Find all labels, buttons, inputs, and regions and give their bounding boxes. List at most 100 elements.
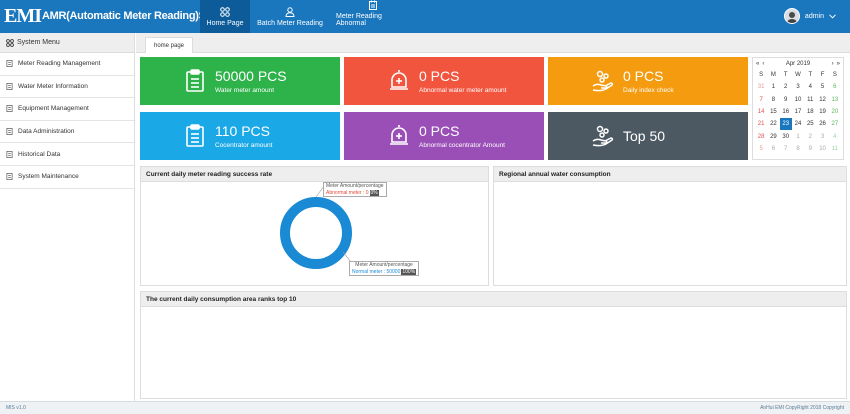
calendar-day[interactable]: 2 — [804, 130, 816, 142]
calendar-day[interactable]: 8 — [792, 143, 804, 155]
calendar-weekday: S — [832, 72, 837, 79]
calendar-day[interactable]: 13 — [829, 94, 841, 106]
nav-home-page[interactable]: Home Page — [200, 0, 250, 33]
grid-icon — [6, 38, 14, 47]
sidebar-item-water-meter-information[interactable]: Water Meter Information — [0, 76, 134, 99]
donut-slice-normal-meter[interactable] — [280, 197, 352, 269]
calendar-day[interactable]: 20 — [829, 106, 841, 118]
calendar-month-label[interactable]: Apr 2019 — [786, 61, 810, 67]
calendar-weekday: W — [795, 72, 801, 79]
calendar-day[interactable]: 8 — [767, 94, 779, 106]
calendar-day[interactable]: 24 — [792, 118, 804, 130]
calendar-day[interactable]: 4 — [804, 81, 816, 93]
user-menu[interactable]: admin — [783, 8, 836, 24]
calendar-day[interactable]: 5 — [816, 81, 828, 93]
calendar-day[interactable]: 16 — [780, 106, 792, 118]
calendar-day[interactable]: 23 — [779, 118, 792, 131]
card-abnormal-cocentrator-amount[interactable]: 0 PCS Abnormal cocentrator Amount — [344, 112, 544, 160]
calendar-day[interactable]: 18 — [804, 106, 816, 118]
calendar-day[interactable]: 15 — [767, 106, 779, 118]
tab-home-page[interactable]: home page — [145, 37, 194, 53]
clipboard-icon — [369, 0, 377, 10]
calendar-day[interactable]: 3 — [816, 130, 828, 142]
calendar-day[interactable]: 11 — [829, 143, 841, 155]
calendar-next-year-button[interactable]: » — [837, 61, 840, 67]
calendar-day[interactable]: 21 — [755, 118, 767, 130]
donut-chart — [280, 185, 357, 269]
calendar-day[interactable]: 25 — [804, 118, 816, 130]
calendar-weekday: F — [820, 72, 825, 79]
calendar-day[interactable]: 17 — [792, 106, 804, 118]
sidebar-item-data-administration[interactable]: Data Administration — [0, 121, 134, 144]
calendar-day[interactable]: 10 — [816, 143, 828, 155]
panel-title: The current daily consumption area ranks… — [141, 292, 846, 307]
tooltip-badge: 100% — [401, 268, 417, 275]
calendar-day[interactable]: 30 — [780, 130, 792, 142]
card-label: Abnormal cocentrator Amount — [419, 142, 505, 149]
calendar-day[interactable]: 27 — [829, 118, 841, 130]
card-value: Top 50 — [623, 128, 666, 144]
calendar-day[interactable]: 14 — [755, 106, 767, 118]
calendar-day[interactable]: 9 — [780, 94, 792, 106]
hand-coins-icon — [592, 70, 614, 92]
tooltip-badge: 0% — [369, 189, 379, 196]
calendar-weekday: T — [783, 72, 788, 79]
calendar-day[interactable]: 7 — [755, 94, 767, 106]
calendar-day[interactable]: 11 — [804, 94, 816, 106]
top-header-bar: EMI AMR(Automatic Meter Reading)System H… — [0, 0, 850, 33]
calendar-prev-year-button[interactable]: « — [756, 61, 759, 67]
calendar-day[interactable]: 3 — [792, 81, 804, 93]
calendar-day[interactable]: 26 — [816, 118, 828, 130]
card-daily-index-check[interactable]: 0 PCS Daily index check — [548, 57, 748, 105]
calendar-day[interactable]: 5 — [755, 143, 767, 155]
panel-regional-consumption: Regional annual water consumption — [493, 166, 847, 286]
card-value: 110 PCS — [215, 123, 270, 139]
card-label: Abnormal water meter amount — [419, 87, 507, 94]
calendar-day[interactable]: 6 — [767, 143, 779, 155]
calendar-next-month-button[interactable]: › — [832, 61, 834, 67]
calendar-day[interactable]: 7 — [780, 143, 792, 155]
document-icon — [6, 150, 13, 158]
calendar-day[interactable]: 19 — [816, 106, 828, 118]
calendar-day[interactable]: 6 — [829, 81, 841, 93]
card-label: Cocentrator amount — [215, 142, 273, 149]
calendar-day[interactable]: 4 — [829, 130, 841, 142]
card-top-50[interactable]: Top 50 — [548, 112, 748, 160]
document-icon — [6, 128, 13, 135]
card-cocentrator-amount[interactable]: 110 PCS Cocentrator amount — [140, 112, 340, 160]
footer-version: MIS v1.0 — [6, 405, 26, 411]
sidebar-item-equipment-management[interactable]: Equipment Management — [0, 98, 134, 121]
calendar-day[interactable]: 22 — [767, 118, 779, 130]
sidebar: System Menu Meter Reading Management Wat… — [0, 33, 135, 401]
calendar-weekday: M — [770, 72, 776, 79]
calendar-day[interactable]: 31 — [755, 81, 767, 93]
calendar-day[interactable]: 1 — [792, 130, 804, 142]
footer-bar: MIS v1.0 AnHui EMI CopyRight 2018 Copyri… — [0, 401, 850, 414]
sidebar-item-label: Historical Data — [18, 150, 61, 158]
calendar-weekday: T — [808, 72, 813, 79]
calendar-day[interactable]: 29 — [767, 130, 779, 142]
calendar-day[interactable]: 9 — [804, 143, 816, 155]
nav-meter-reading-abnormal[interactable]: Meter Reading Abnormal — [330, 0, 416, 33]
top-nav: Home Page Batch Meter Reading Meter Read… — [200, 0, 416, 33]
nav-label: Batch Meter Reading — [257, 20, 323, 27]
card-label: Water meter amount — [215, 87, 275, 94]
avatar — [783, 8, 800, 24]
calendar-day[interactable]: 10 — [792, 94, 804, 106]
calendar-day[interactable]: 2 — [780, 81, 792, 93]
sidebar-item-system-maintenance[interactable]: System Maintenance — [0, 166, 134, 189]
grid-icon — [220, 7, 230, 17]
card-abnormal-water-meter-amount[interactable]: 0 PCS Abnormal water meter amount — [344, 57, 544, 105]
calendar-day[interactable]: 12 — [816, 94, 828, 106]
tooltip-text: Normal meter : 50000 — [352, 268, 401, 275]
hand-coins-icon — [592, 125, 614, 147]
calendar-day[interactable]: 1 — [767, 81, 779, 93]
nav-batch-meter-reading[interactable]: Batch Meter Reading — [250, 0, 330, 33]
calendar-day[interactable]: 28 — [755, 130, 767, 142]
panel-title: Regional annual water consumption — [494, 167, 846, 182]
card-water-meter-amount[interactable]: 50000 PCS Water meter amount — [140, 57, 340, 105]
user-icon — [285, 7, 295, 17]
sidebar-item-historical-data[interactable]: Historical Data — [0, 143, 134, 166]
calendar-prev-month-button[interactable]: ‹ — [762, 61, 764, 67]
sidebar-item-meter-reading-management[interactable]: Meter Reading Management — [0, 53, 134, 76]
